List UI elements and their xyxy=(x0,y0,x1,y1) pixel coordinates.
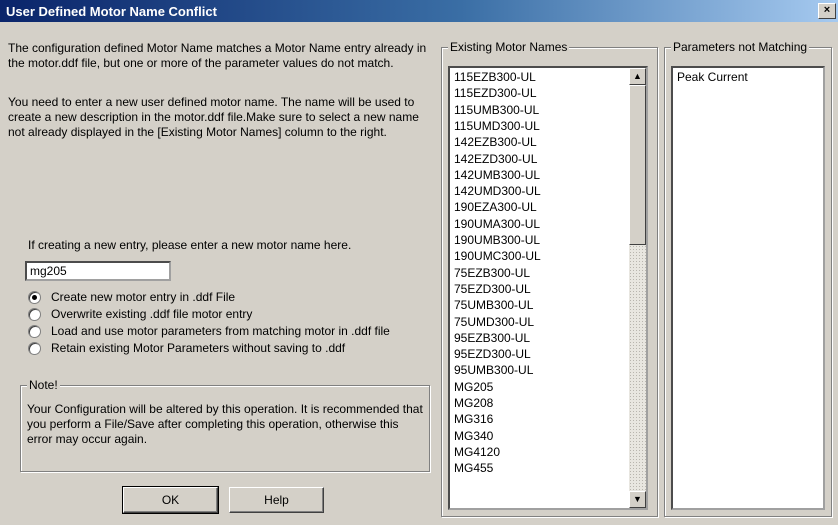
motor-list-item[interactable]: MG208 xyxy=(454,396,493,411)
vertical-scrollbar[interactable]: ▲ ▼ xyxy=(629,68,646,508)
radio-button-icon[interactable] xyxy=(28,307,41,321)
note-text: Your Configuration will be altered by th… xyxy=(27,402,423,446)
params-not-matching-legend: Parameters not Matching xyxy=(671,40,810,54)
window-title: User Defined Motor Name Conflict xyxy=(6,4,217,19)
motor-list-item[interactable]: 115EZD300-UL xyxy=(454,87,537,101)
note-group: Note! Your Configuration will be altered… xyxy=(20,378,430,472)
motor-list-item[interactable]: 75EZB300-UL xyxy=(454,266,530,281)
existing-motor-names-list[interactable]: 115EZB300-UL 115EZD300-UL 115UMB300-UL 115U… xyxy=(448,66,648,510)
params-not-matching-list[interactable]: Peak Current xyxy=(671,66,825,510)
entry-mode-option[interactable]: Retain existing Motor Parameters without… xyxy=(28,340,345,356)
motor-list-item[interactable]: 115UMB300-UL xyxy=(454,103,539,118)
motor-list-item[interactable]: 142UMB300-UL xyxy=(454,168,540,183)
motor-list-item[interactable]: MG205 xyxy=(454,380,493,395)
motor-list-item[interactable]: 142EZD300-UL xyxy=(454,152,537,167)
params-not-matching-group: Parameters not Matching Peak Current xyxy=(664,40,832,517)
entry-mode-option[interactable]: Create new motor entry in .ddf File xyxy=(28,289,235,305)
motor-list-item[interactable]: MG316 xyxy=(454,413,493,427)
existing-motor-names-group: Existing Motor Names 115EZB300-UL 115EZD3… xyxy=(441,40,658,517)
help-button[interactable]: Help xyxy=(229,487,324,513)
motor-list-item[interactable]: 142UMD300-UL xyxy=(454,184,541,199)
motor-list-item[interactable]: 95UMB300-UL xyxy=(454,364,533,378)
motor-list-item[interactable]: MG340 xyxy=(454,429,493,444)
motor-list-item[interactable]: 95EZD300-UL xyxy=(454,347,531,362)
description-paragraph: The configuration defined Motor Name mat… xyxy=(8,41,427,70)
motor-list-item[interactable]: MG4120 xyxy=(454,445,500,460)
radio-button-icon[interactable] xyxy=(28,324,41,338)
motor-list-item[interactable]: 190UMC300-UL xyxy=(454,250,541,264)
scroll-down-arrow-icon[interactable]: ▼ xyxy=(629,491,646,508)
close-button[interactable]: × xyxy=(818,3,836,19)
entry-mode-option-label: Load and use motor parameters from match… xyxy=(51,324,390,338)
radio-button-icon[interactable] xyxy=(28,290,41,304)
scroll-up-arrow-icon[interactable]: ▲ xyxy=(629,68,646,85)
radio-button-icon[interactable] xyxy=(28,341,41,355)
motor-list-item[interactable]: 190EZA300-UL xyxy=(454,201,537,215)
entry-mode-option-label: Retain existing Motor Parameters without… xyxy=(51,341,346,355)
motor-list-item[interactable]: MG455 xyxy=(454,462,493,476)
entry-mode-option[interactable]: Load and use motor parameters from match… xyxy=(28,323,390,339)
motor-list-item[interactable]: 190UMB300-UL xyxy=(454,233,540,248)
ok-button[interactable]: OK xyxy=(122,486,219,514)
motor-name-input[interactable]: mg205 xyxy=(25,261,171,281)
motor-list-item[interactable]: 95EZB300-UL xyxy=(454,331,530,346)
motor-list-item[interactable]: 115EZB300-UL xyxy=(454,70,536,85)
note-legend: Note! xyxy=(27,378,60,392)
motor-list-item[interactable]: 75UMD300-UL xyxy=(454,315,534,330)
entry-mode-option-label: Overwrite existing .ddf file motor entry xyxy=(51,307,253,321)
motor-list-item[interactable]: 115UMD300-UL xyxy=(454,119,540,134)
motor-list-item[interactable]: 75UMB300-UL xyxy=(454,299,533,313)
name-prompt: If creating a new entry, please enter a … xyxy=(28,238,352,252)
title-bar: User Defined Motor Name Conflict × xyxy=(0,0,838,22)
param-list-item[interactable]: Peak Current xyxy=(677,70,748,85)
motor-list-item[interactable]: 190UMA300-UL xyxy=(454,217,540,232)
motor-list-item[interactable]: 75EZD300-UL xyxy=(454,282,531,297)
instruction-paragraph: You need to enter a new user defined mot… xyxy=(8,95,419,139)
entry-mode-option-label: Create new motor entry in .ddf File xyxy=(51,290,236,304)
scrollbar-thumb[interactable] xyxy=(629,85,646,245)
existing-motor-names-legend: Existing Motor Names xyxy=(448,40,570,54)
motor-list-item[interactable]: 142EZB300-UL xyxy=(454,136,537,150)
entry-mode-option[interactable]: Overwrite existing .ddf file motor entry xyxy=(28,306,252,322)
